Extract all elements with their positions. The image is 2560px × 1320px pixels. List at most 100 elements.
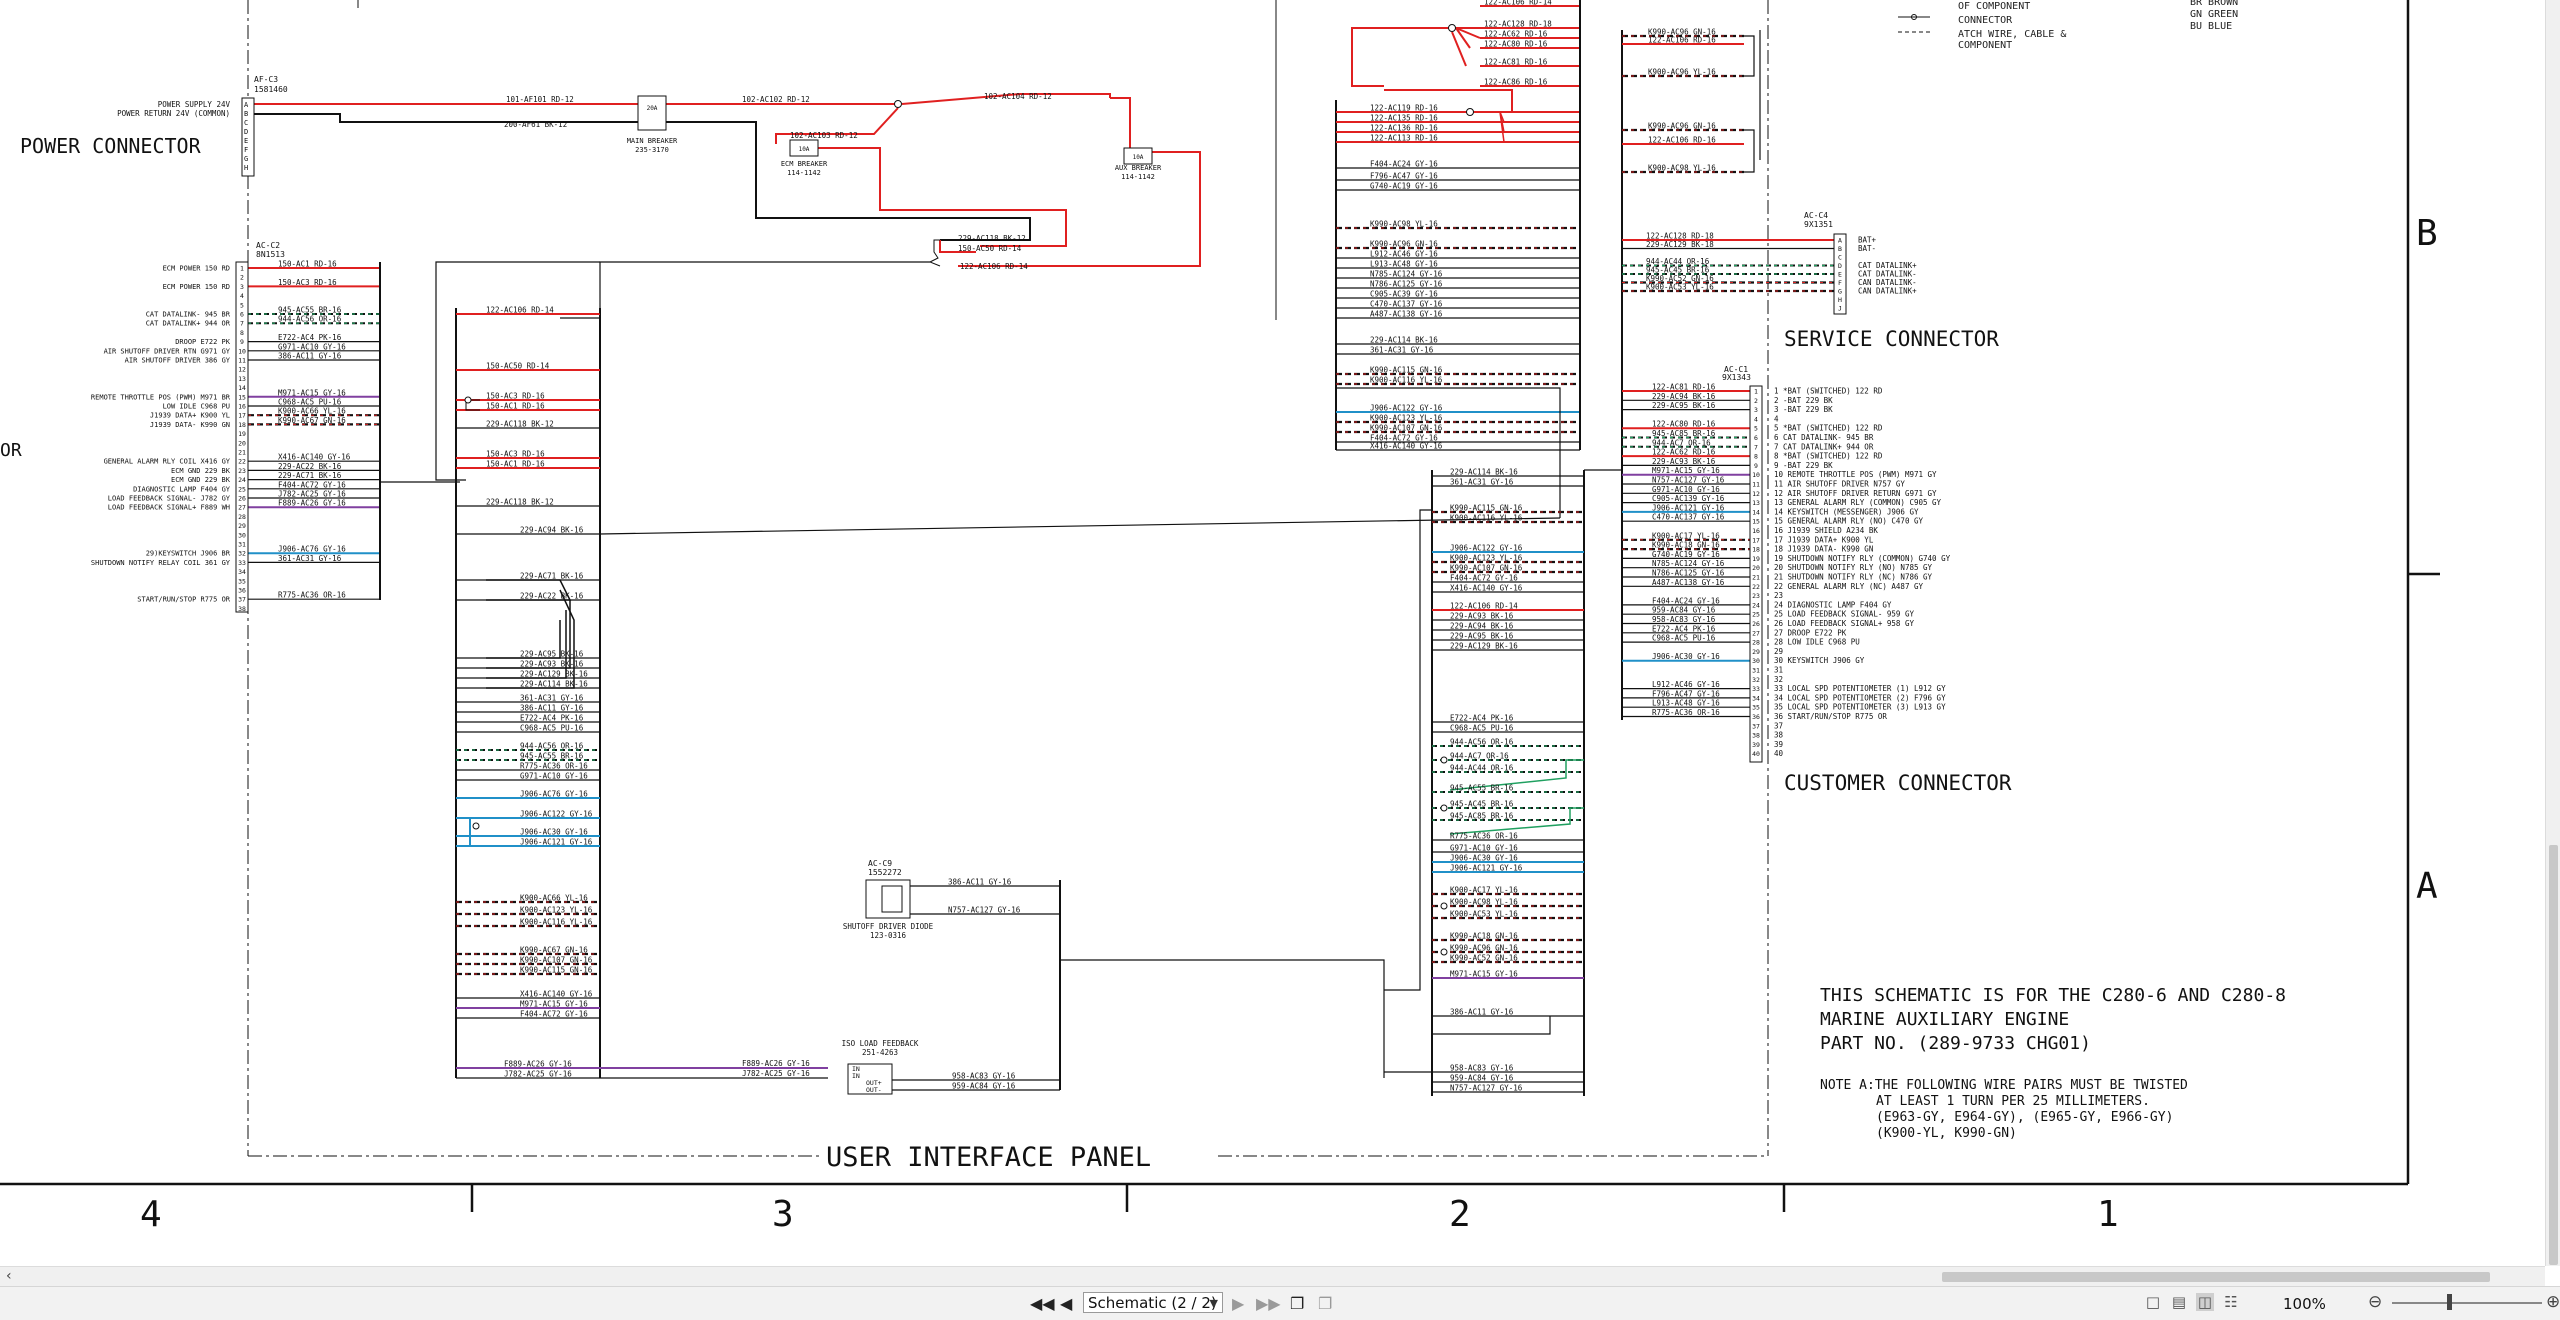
pin-function: 32 [1774,675,1783,684]
wire-label: N785-AC124 GY-16 [1370,270,1443,279]
previous-page-icon[interactable]: ◀ [1060,1294,1072,1313]
wire-label: 122-AC119 RD-16 [1370,104,1438,113]
pin-label: C [1838,254,1842,262]
wire-label: F404-AC72 GY-16 [520,1010,588,1019]
pin-number: 23 [1752,592,1760,600]
wire-label: K990-AC96 GN-16 [1648,122,1716,131]
wire-label: C968-AC5 PU-16 [1652,634,1716,643]
zone-col-3: 3 [772,1194,794,1235]
wire-label: 200-AF61 BK-12 [504,120,567,129]
pin-number: 13 [238,375,246,383]
vertical-scroll-thumb[interactable] [2549,845,2558,1265]
pin-number: 3 [1754,406,1758,414]
wire-label: 361-AC31 GY-16 [520,694,584,703]
pin-function: 13 GENERAL ALARM RLY (COMMON) C905 GY [1774,498,1942,507]
pin-number: 36 [1752,713,1760,721]
component-id: AC-C9 [868,859,892,868]
paste-icon[interactable]: ❐ [1318,1294,1332,1313]
zoom-slider-knob[interactable] [2447,1294,2452,1310]
last-page-icon[interactable]: ▶▶ [1256,1294,1281,1313]
horizontal-scrollbar[interactable]: ‹ [0,1266,2545,1287]
wire-label: K900-AC116 YL-16 [1450,514,1523,523]
zoom-out-icon[interactable]: ⊖ [2368,1292,2382,1312]
pin-number: 20 [238,439,246,447]
pin-number: 32 [1752,676,1760,684]
single-page-view-icon[interactable]: □ [2144,1293,2162,1311]
pin-number: 6 [1754,434,1758,442]
wire-label: C905-AC39 GY-16 [1370,290,1438,299]
pin-number: 33 [1752,685,1760,693]
pin-number: 1 [240,265,244,273]
pin-number: 12 [1752,490,1760,498]
pin-number: 36 [238,587,246,595]
wire-label: 122-AC81 RD-16 [1652,383,1716,392]
wire-label: J906-AC30 GY-16 [1450,854,1518,863]
pin-number: 13 [1752,499,1760,507]
wire-label: K990-AC107 GN-16 [1450,564,1523,573]
wire-label: K900-AC17 YL-16 [1450,886,1518,895]
wire-label: J906-AC76 GY-16 [278,545,346,554]
pin-label: H [1838,296,1842,304]
wire-label: K990-AC67 GN-16 [520,946,588,955]
vertical-scrollbar[interactable] [2545,0,2560,1266]
pin-label: H [244,164,248,172]
two-page-continuous-view-icon[interactable]: ☷ [2222,1293,2240,1311]
first-page-icon[interactable]: ◀◀ [1030,1294,1055,1313]
headings: POWER CONNECTOR SERVICE CONNECTOR CUSTOM… [0,0,2438,1235]
wire-label: 122-AC106 RD-14 [1484,0,1552,7]
splice [472,822,480,830]
pin-number: 6 [240,311,244,319]
pin-function: LOAD FEEDBACK SIGNAL+ F889 WH [108,504,230,512]
breaker-part: 114-1142 [1121,173,1155,181]
pin-function: 27 DROOP E722 PK [1774,628,1847,637]
wire-labels: AF-C31581460ABCDEFGHPOWER SUPPLY 24VPOWE… [91,0,1951,1094]
wire-label: 386-AC11 GY-16 [948,878,1012,887]
pin-number: 29 [238,522,246,530]
wire-label: 150-AC1 RD-16 [486,402,545,411]
splice [1440,902,1448,910]
continuous-view-icon[interactable]: ▤ [2170,1293,2188,1311]
pin-function: 38 [1774,731,1784,740]
wire-label: K900-AC96 YL-16 [1648,68,1716,77]
pin-number: 4 [1754,415,1758,423]
pin-number: 22 [238,458,246,466]
pin-function: 3 -BAT 229 BK [1774,405,1833,414]
pin-function: AIR SHUTOFF DRIVER RTN G971 GY [104,347,231,355]
component-name: SHUTOFF DRIVER DIODE [843,922,934,931]
wire-label: G971-AC10 GY-16 [278,342,346,351]
wire-label: K990-AC107 GN-16 [520,956,593,965]
zoom-in-icon[interactable]: ⊕ [2546,1292,2560,1312]
power-wire [1110,97,1131,148]
scroll-left-icon[interactable]: ‹ [6,1268,12,1284]
pin-number: 8 [1754,453,1758,461]
pin-label: E [1838,271,1842,279]
zoom-level[interactable]: 100% [2283,1295,2326,1313]
wire-label: K990-AC98 YL-16 [1370,220,1438,229]
pin-number: 35 [1752,704,1760,712]
component-part: 1552272 [868,868,902,877]
wire-label: 361-AC31 GY-16 [1370,346,1434,355]
wire-label: J782-AC25 GY-16 [742,1069,810,1078]
copy-icon[interactable]: ❐ [1290,1294,1304,1313]
pin-label: E [244,137,248,145]
wire-label: 102-AC102 RD-12 [742,95,810,104]
wire-label: K990-AC115 GN-16 [520,966,593,975]
horizontal-scroll-thumb[interactable] [1942,1272,2490,1282]
wire-label: G971-AC10 GY-16 [520,772,588,781]
splice [1440,804,1448,812]
component-part: 123-0316 [870,931,907,940]
page-select-value: Schematic (2 / 2) [1088,1294,1217,1312]
page-select[interactable]: Schematic (2 / 2) ▼ [1083,1292,1223,1313]
pin-function: 12 AIR SHUTOFF DRIVER RETURN G971 GY [1774,489,1937,498]
pin-function: 23 [1774,591,1783,600]
pin-number: 21 [1752,574,1760,582]
wire-label: 102-AC103 RD-12 [790,131,858,140]
zoom-slider[interactable] [2392,1302,2542,1304]
wire-label: J906-AC121 GY-16 [1652,503,1725,512]
next-page-icon[interactable]: ▶ [1232,1294,1244,1313]
pin-number: 18 [1752,546,1760,554]
pin-function: CAT DATALINK+ 944 OR [146,320,231,328]
wire-label: K990-AC18 GN-16 [1652,541,1720,550]
pin-function: 1 *BAT (SWITCHED) 122 RD [1774,387,1883,396]
two-page-view-icon[interactable]: ◫ [2196,1293,2214,1311]
